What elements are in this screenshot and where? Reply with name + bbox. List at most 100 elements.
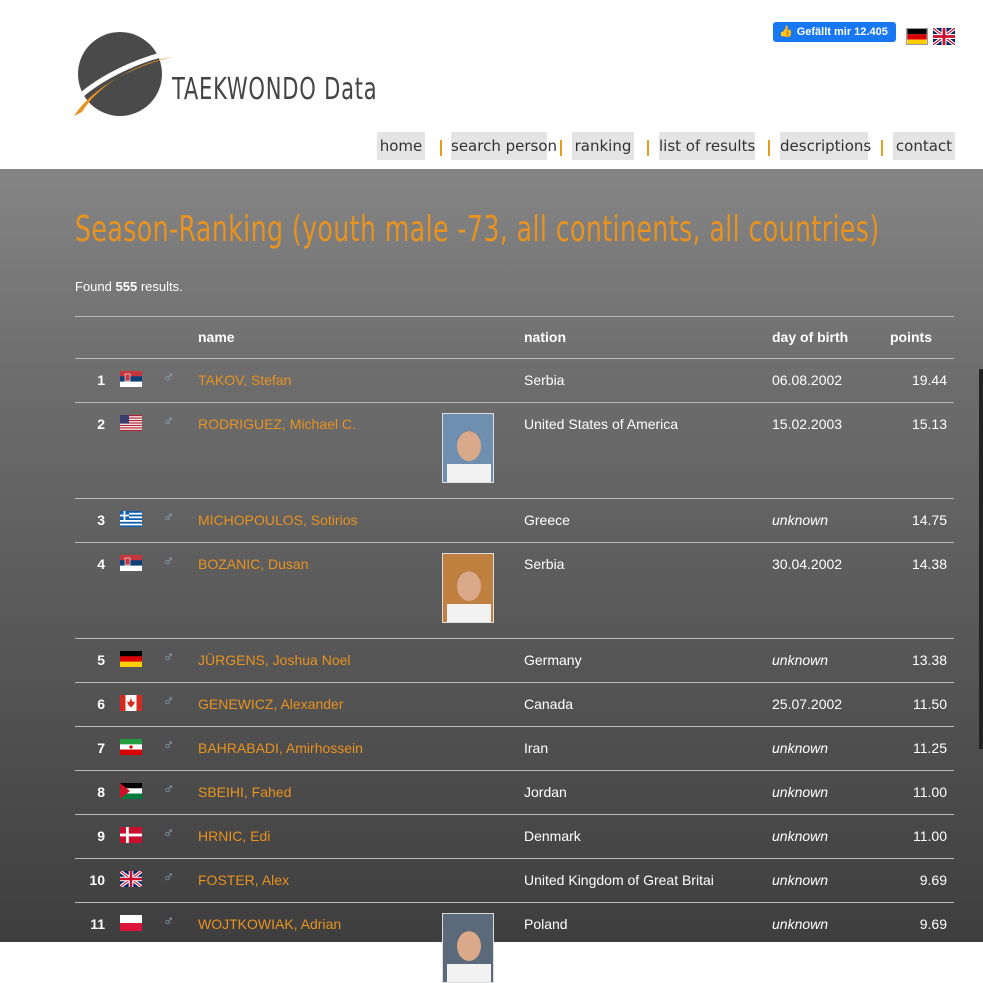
male-gender-icon: ♂ xyxy=(163,825,175,842)
athlete-photo[interactable] xyxy=(442,913,494,983)
male-gender-icon: ♂ xyxy=(163,869,175,886)
rank-cell: 11 xyxy=(90,916,105,932)
greece-flag-icon xyxy=(120,511,142,527)
nav-ranking[interactable]: ranking xyxy=(572,132,634,160)
column-header-day-of-birth[interactable]: day of birth xyxy=(772,329,848,345)
scrollbar[interactable] xyxy=(979,369,983,749)
day-of-birth-cell: unknown xyxy=(772,652,829,668)
poland-flag-icon xyxy=(120,915,142,931)
results-count: Found 555 results. xyxy=(75,279,183,294)
rank-cell: 9 xyxy=(97,828,105,844)
athlete-photo[interactable] xyxy=(442,413,494,483)
day-of-birth-cell: unknown xyxy=(772,740,829,756)
nav-contact[interactable]: contact xyxy=(893,132,955,160)
nation-cell: Poland xyxy=(524,916,568,932)
nav-separator xyxy=(647,140,649,156)
column-header-points[interactable]: points xyxy=(890,329,932,345)
nav-descriptions[interactable]: descriptions xyxy=(780,132,871,160)
male-gender-icon: ♂ xyxy=(163,509,175,526)
table-row: 11 ♂ WOJTKOWIAK, Adrian Poland unknown 9.69 xyxy=(75,902,954,983)
athlete-photo[interactable] xyxy=(442,553,494,623)
athlete-name-link[interactable]: RODRIGUEZ, Michael C. xyxy=(198,416,356,432)
day-of-birth-cell: 25.07.2002 xyxy=(772,696,843,712)
day-of-birth-cell: 06.08.2002 xyxy=(772,372,843,388)
german-language-flag-icon[interactable] xyxy=(906,28,928,45)
athlete-name-link[interactable]: WOJTKOWIAK, Adrian xyxy=(198,916,341,932)
table-row: 9 ♂ HRNIC, Edi Denmark unknown 11.00 xyxy=(75,814,954,859)
athlete-name-link[interactable]: SBEIHI, Fahed xyxy=(198,784,291,800)
iran-flag-icon xyxy=(120,739,142,755)
rank-cell: 7 xyxy=(97,740,105,756)
athlete-name-link[interactable]: FOSTER, Alex xyxy=(198,872,289,888)
nation-cell: Germany xyxy=(524,652,582,668)
nav-home[interactable]: home xyxy=(377,132,425,160)
points-cell: 14.38 xyxy=(911,556,947,572)
male-gender-icon: ♂ xyxy=(163,413,175,430)
nav-separator xyxy=(881,140,883,156)
male-gender-icon: ♂ xyxy=(163,913,175,930)
site-header: TAEKWONDO Data 👍 Gefällt mir 12.405 home … xyxy=(0,12,983,169)
nav-separator xyxy=(768,140,770,156)
rank-cell: 10 xyxy=(89,872,105,888)
nav-separator xyxy=(560,140,562,156)
athlete-name-link[interactable]: JÜRGENS, Joshua Noel xyxy=(198,652,351,668)
table-row: 2 ♂ RODRIGUEZ, Michael C. United States of … xyxy=(75,402,954,499)
table-row: 3 ♂ MICHOPOULOS, Sotirios Greece unknown 14.7… xyxy=(75,498,954,543)
rank-cell: 2 xyxy=(97,416,105,432)
rank-cell: 6 xyxy=(97,696,105,712)
athlete-name-link[interactable]: BOZANIC, Dusan xyxy=(198,556,308,572)
athlete-name-link[interactable]: BAHRABADI, Amirhossein xyxy=(198,740,363,756)
male-gender-icon: ♂ xyxy=(163,649,175,666)
day-of-birth-cell: 30.04.2002 xyxy=(772,556,843,572)
male-gender-icon: ♂ xyxy=(163,693,175,710)
uk-flag-icon xyxy=(120,871,142,887)
table-row: 5 ♂ JÜRGENS, Joshua Noel Germany unknown 13.3… xyxy=(75,638,954,683)
denmark-flag-icon xyxy=(120,827,142,843)
points-cell: 13.38 xyxy=(911,652,947,668)
column-header-nation[interactable]: nation xyxy=(524,329,566,345)
canada-flag-icon xyxy=(120,695,142,711)
day-of-birth-cell: unknown xyxy=(772,784,829,800)
male-gender-icon: ♂ xyxy=(163,553,175,570)
day-of-birth-cell: unknown xyxy=(772,828,829,844)
nation-cell: Iran xyxy=(524,740,549,756)
rank-cell: 5 xyxy=(97,652,105,668)
serbia-flag-icon xyxy=(120,555,142,571)
rank-cell: 1 xyxy=(97,372,105,388)
athlete-name-link[interactable]: MICHOPOULOS, Sotirios xyxy=(198,512,357,528)
facebook-like-button[interactable]: 👍 Gefällt mir 12.405 xyxy=(773,22,896,42)
day-of-birth-cell: unknown xyxy=(772,872,829,888)
nation-cell: Serbia xyxy=(524,372,565,388)
day-of-birth-cell: 15.02.2003 xyxy=(772,416,843,432)
nav-search-person[interactable]: search person xyxy=(451,132,557,160)
nation-cell: Serbia xyxy=(524,556,565,572)
nation-cell: United Kingdom of Great Britai xyxy=(524,872,714,888)
points-cell: 11.00 xyxy=(913,784,947,800)
athlete-name-link[interactable]: HRNIC, Edi xyxy=(198,828,270,844)
athlete-name-link[interactable]: GENEWICZ, Alexander xyxy=(198,696,344,712)
thumbs-up-icon: 👍 xyxy=(779,26,793,38)
nation-cell: United States of America xyxy=(524,416,679,432)
english-language-flag-icon[interactable] xyxy=(933,28,955,45)
nation-cell: Denmark xyxy=(524,828,581,844)
nav-separator xyxy=(440,140,442,156)
day-of-birth-cell: unknown xyxy=(772,512,829,528)
results-count-number: 555 xyxy=(115,279,138,294)
usa-flag-icon xyxy=(120,415,142,431)
points-cell: 9.69 xyxy=(919,916,947,932)
points-cell: 19.44 xyxy=(911,372,947,388)
nav-list-of-results[interactable]: list of results xyxy=(659,132,755,160)
points-cell: 14.75 xyxy=(911,512,947,528)
rank-cell: 3 xyxy=(97,512,105,528)
nation-cell: Canada xyxy=(524,696,574,712)
table-row: 6 ♂ GENEWICZ, Alexander Canada 25.07.2002 11.… xyxy=(75,682,954,727)
results-count-suffix: results. xyxy=(140,279,183,294)
points-cell: 11.50 xyxy=(913,696,947,712)
site-logo[interactable]: TAEKWONDO Data xyxy=(72,28,377,128)
table-top-divider xyxy=(75,316,954,317)
athlete-name-link[interactable]: TAKOV, Stefan xyxy=(198,372,291,388)
points-cell: 9.69 xyxy=(919,872,947,888)
column-header-name[interactable]: name xyxy=(198,329,235,345)
rank-cell: 4 xyxy=(97,556,105,572)
logo-globe-icon xyxy=(74,32,176,116)
